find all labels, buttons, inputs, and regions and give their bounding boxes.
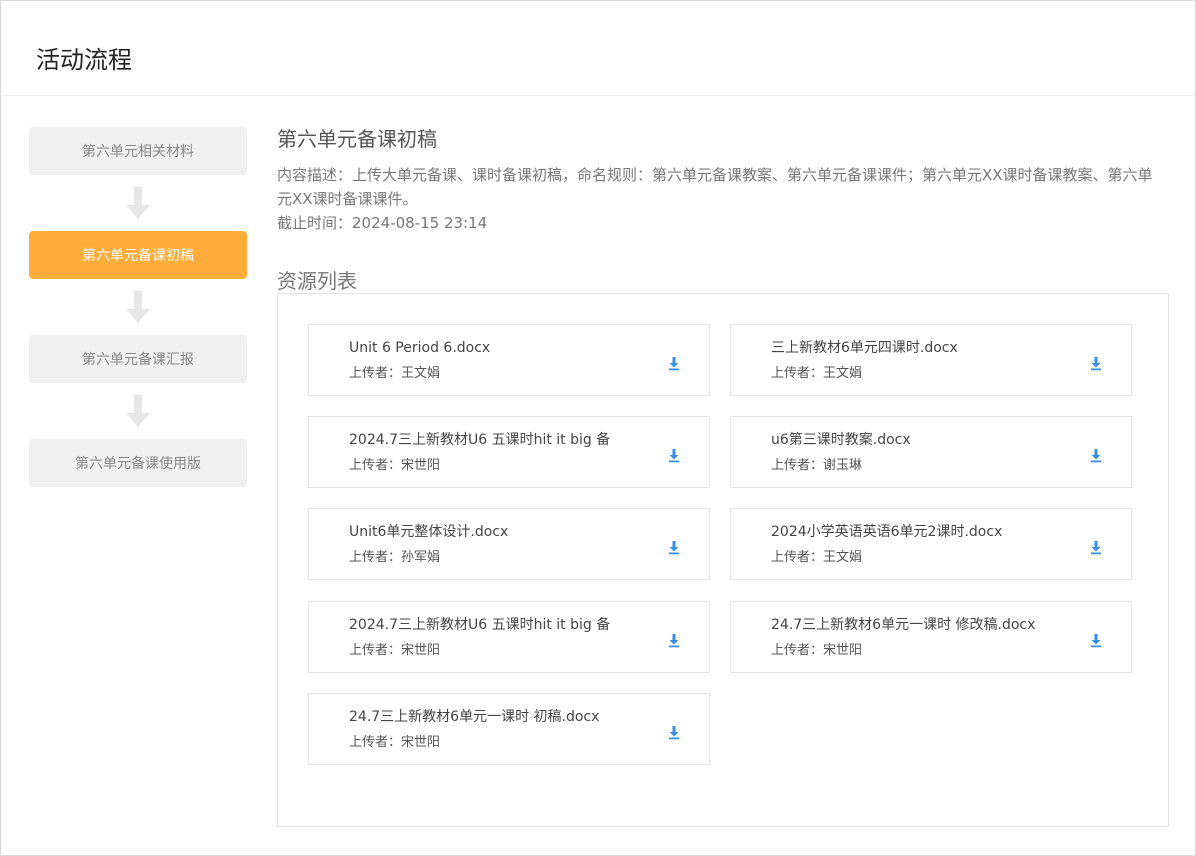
flow-step-materials[interactable]: 第六单元相关材料 [29, 127, 247, 175]
resource-card: 24.7三上新教材6单元一课时 修改稿.docx 上传者：宋世阳 [730, 601, 1132, 673]
download-icon[interactable] [667, 355, 681, 371]
download-icon[interactable] [667, 539, 681, 555]
page-title: 活动流程 [36, 46, 132, 74]
arrow-down-icon [29, 383, 247, 439]
resource-uploader: 上传者：宋世阳 [349, 733, 440, 753]
activity-panel: 活动流程 第六单元相关材料 第六单元备课初稿 第六单元备课汇报 第六单元备课使用… [0, 0, 1196, 856]
resource-list: Unit 6 Period 6.docx 上传者：王文娟 三上新教材6单元四课时… [277, 293, 1169, 827]
uploader-name: 宋世阳 [401, 458, 441, 473]
resource-file-name: 三上新教材6单元四课时.docx [771, 340, 958, 356]
uploader-label: 上传者： [771, 550, 824, 565]
resource-file-name: Unit 6 Period 6.docx [349, 340, 491, 356]
uploader-label: 上传者： [771, 366, 824, 381]
uploader-label: 上传者： [349, 643, 402, 658]
uploader-label: 上传者： [349, 458, 402, 473]
download-icon[interactable] [667, 447, 681, 463]
resource-uploader: 上传者：王文娟 [771, 548, 862, 568]
arrow-down-icon [29, 279, 247, 335]
resource-file-name: Unit6单元整体设计.docx [349, 524, 509, 540]
resource-file-name: 2024小学英语英语6单元2课时.docx [771, 524, 1003, 540]
resource-card: 2024.7三上新教材U6 五课时hit it big 备 上传者：宋世阳 [308, 416, 710, 488]
resource-card: u6第三课时教案.docx 上传者：谢玉琳 [730, 416, 1132, 488]
resource-list-title: 资源列表 [277, 269, 357, 293]
flow-step-draft[interactable]: 第六单元备课初稿 [29, 231, 247, 279]
flow-step-report[interactable]: 第六单元备课汇报 [29, 335, 247, 383]
flow-step-final[interactable]: 第六单元备课使用版 [29, 439, 247, 487]
resource-uploader: 上传者：宋世阳 [349, 641, 440, 661]
uploader-name: 宋世阳 [401, 735, 441, 750]
uploader-name: 王文娟 [823, 550, 863, 565]
uploader-name: 孙军娟 [401, 550, 441, 565]
resource-card: Unit 6 Period 6.docx 上传者：王文娟 [308, 324, 710, 396]
download-icon[interactable] [1089, 355, 1103, 371]
uploader-name: 王文娟 [823, 366, 863, 381]
stage-details: 第六单元备课初稿 内容描述：上传大单元备课、课时备课初稿，命名规则：第六单元备课… [277, 125, 1169, 235]
download-icon[interactable] [1089, 447, 1103, 463]
uploader-label: 上传者： [771, 458, 824, 473]
uploader-label: 上传者： [771, 643, 824, 658]
resource-uploader: 上传者：宋世阳 [771, 641, 862, 661]
download-icon[interactable] [1089, 539, 1103, 555]
stage-title: 第六单元备课初稿 [277, 127, 437, 151]
stage-description: 内容描述：上传大单元备课、课时备课初稿，命名规则：第六单元备课教案、第六单元备课… [277, 166, 1153, 208]
resource-card: 24.7三上新教材6单元一课时 初稿.docx 上传者：宋世阳 [308, 693, 710, 765]
resource-card: 2024小学英语英语6单元2课时.docx 上传者：王文娟 [730, 508, 1132, 580]
flow-steps: 第六单元相关材料 第六单元备课初稿 第六单元备课汇报 第六单元备课使用版 [29, 127, 247, 487]
resource-file-name: 2024.7三上新教材U6 五课时hit it big 备 [349, 432, 611, 448]
resource-card: 三上新教材6单元四课时.docx 上传者：王文娟 [730, 324, 1132, 396]
resource-file-name: 2024.7三上新教材U6 五课时hit it big 备 [349, 617, 611, 633]
deadline-value: 2024-08-15 23:14 [352, 214, 488, 232]
panel-header: 活动流程 [2, 2, 1195, 96]
resource-uploader: 上传者：王文娟 [771, 364, 862, 384]
resource-card: 2024.7三上新教材U6 五课时hit it big 备 上传者：宋世阳 [308, 601, 710, 673]
uploader-name: 宋世阳 [401, 643, 441, 658]
deadline-label: 截止时间： [277, 214, 353, 232]
resource-uploader: 上传者：孙军娟 [349, 548, 440, 568]
uploader-name: 宋世阳 [823, 643, 863, 658]
resource-uploader: 上传者：王文娟 [349, 364, 440, 384]
uploader-label: 上传者： [349, 550, 402, 565]
download-icon[interactable] [667, 724, 681, 740]
download-icon[interactable] [667, 632, 681, 648]
arrow-down-icon [29, 175, 247, 231]
download-icon[interactable] [1089, 632, 1103, 648]
uploader-label: 上传者： [349, 366, 402, 381]
resource-file-name: 24.7三上新教材6单元一课时 修改稿.docx [771, 617, 1036, 633]
resource-uploader: 上传者：谢玉琳 [771, 456, 862, 476]
resource-file-name: 24.7三上新教材6单元一课时 初稿.docx [349, 709, 600, 725]
uploader-name: 王文娟 [401, 366, 441, 381]
uploader-name: 谢玉琳 [823, 458, 863, 473]
resource-card: Unit6单元整体设计.docx 上传者：孙军娟 [308, 508, 710, 580]
resource-file-name: u6第三课时教案.docx [771, 432, 911, 448]
stage-deadline: 截止时间：2024-08-15 23:14 [277, 211, 1169, 235]
uploader-label: 上传者： [349, 735, 402, 750]
resource-uploader: 上传者：宋世阳 [349, 456, 440, 476]
